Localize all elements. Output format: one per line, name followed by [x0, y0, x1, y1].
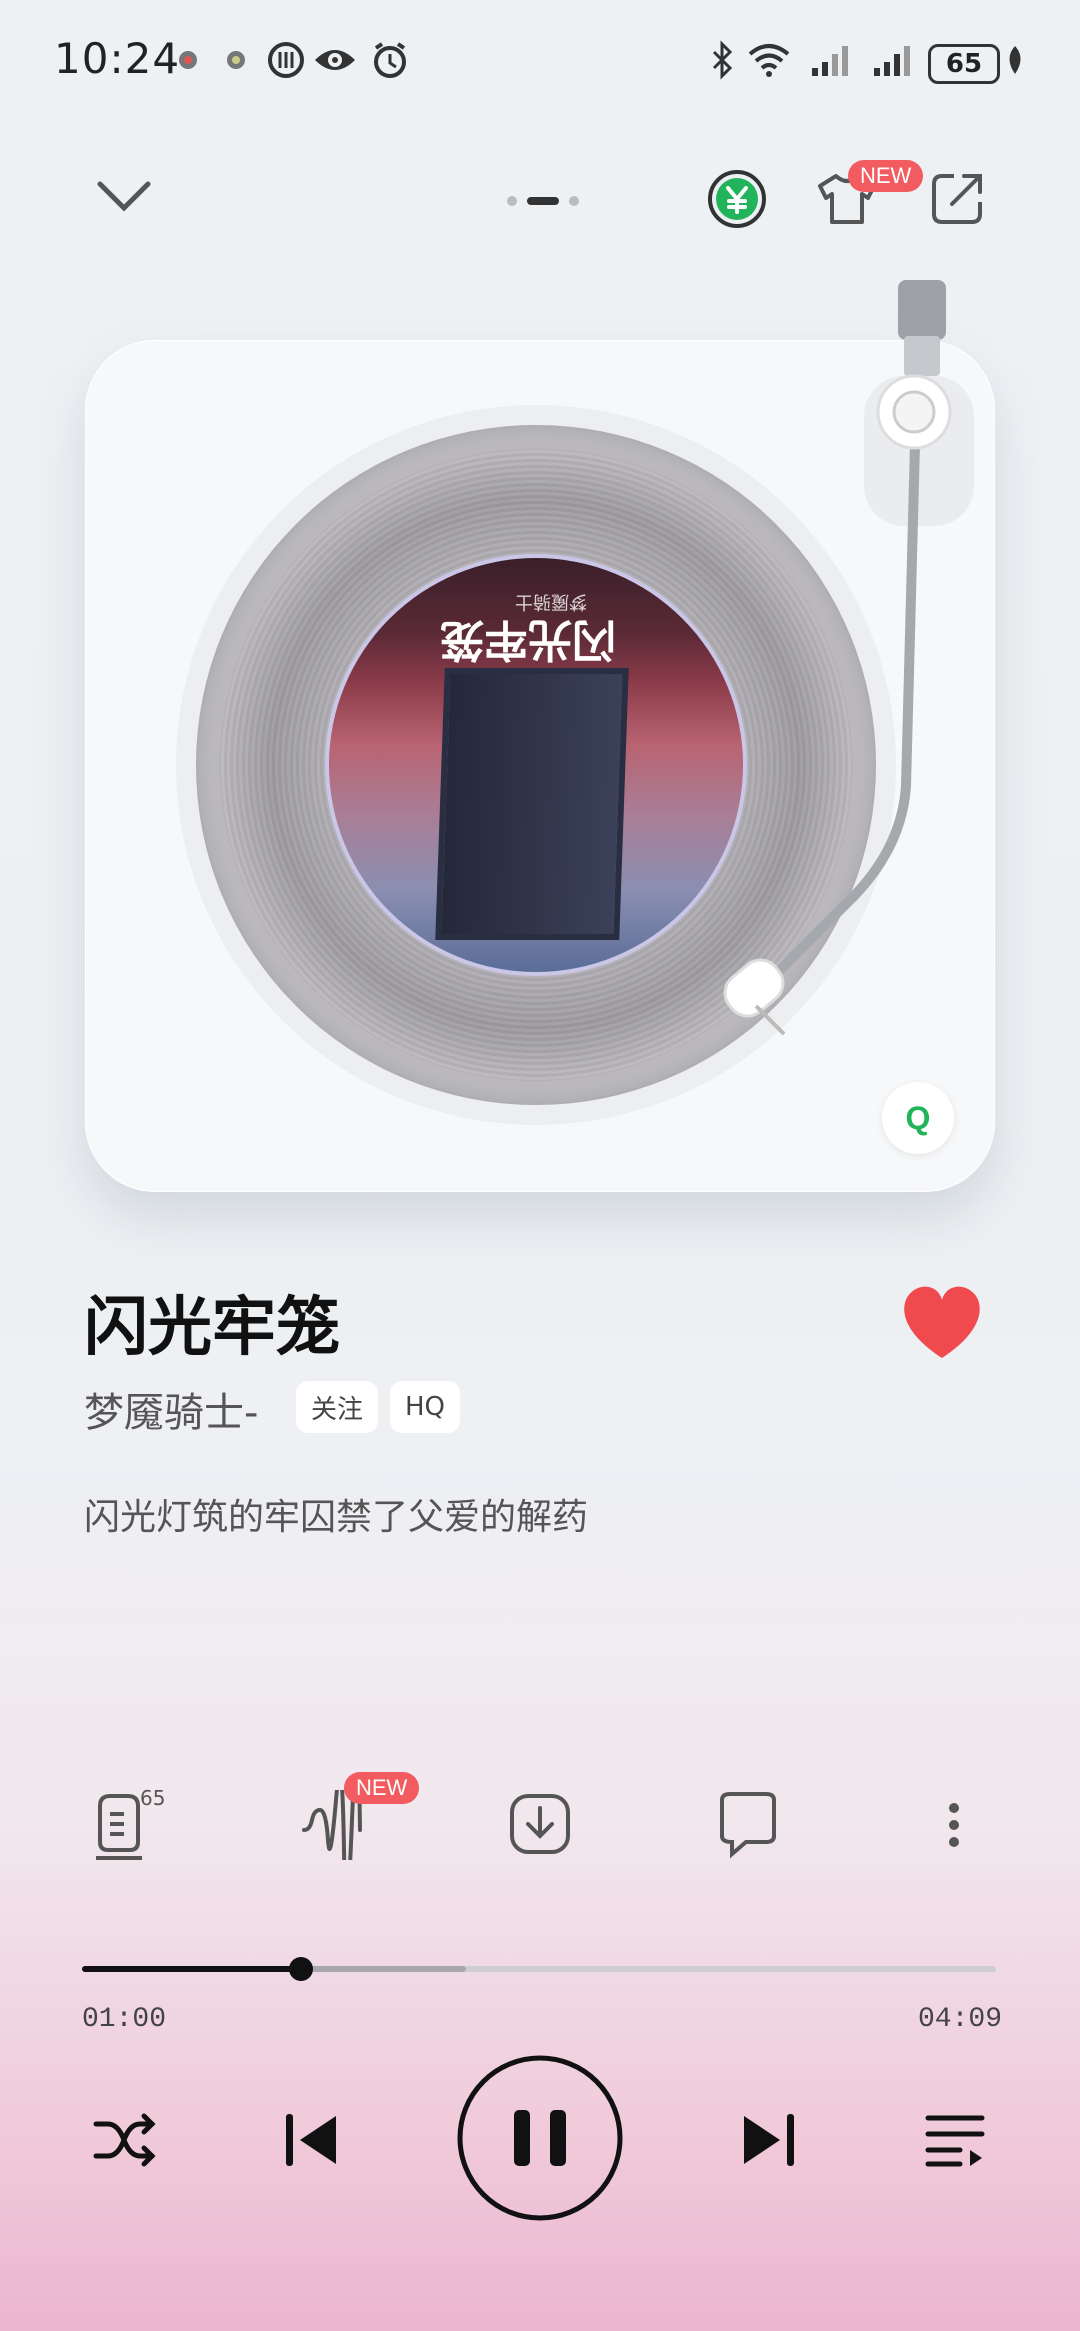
current-time: 01:00	[82, 2004, 167, 2035]
leaf-icon	[1009, 46, 1021, 74]
song-title: 闪光牢笼	[84, 1291, 340, 1365]
app-notification-icon	[179, 51, 197, 69]
album-label-title: 闪光牢笼	[440, 614, 616, 665]
pause-button[interactable]	[456, 2054, 624, 2222]
tonearm[interactable]	[684, 266, 994, 1066]
wifi-icon	[748, 44, 790, 77]
signal-icon	[812, 46, 848, 76]
playlist-icon[interactable]	[924, 2112, 986, 2168]
artist-name[interactable]: 梦魇骑士-	[84, 1380, 258, 1438]
alarm-icon	[374, 42, 406, 78]
status-time: 10:24	[54, 34, 181, 83]
follow-button[interactable]: 关注	[296, 1381, 378, 1433]
heart-icon[interactable]	[898, 1282, 986, 1362]
share-icon[interactable]	[928, 170, 986, 228]
battery-indicator: 65	[928, 44, 1000, 84]
next-icon[interactable]	[738, 2110, 798, 2170]
total-time: 04:09	[918, 2004, 1003, 2035]
app-notification-icon	[227, 51, 245, 69]
previous-icon[interactable]	[282, 2110, 342, 2170]
data-saver-icon	[268, 42, 304, 78]
quality-badge[interactable]: HQ	[390, 1381, 460, 1433]
chevron-down-icon[interactable]	[94, 176, 154, 216]
album-door-art	[435, 668, 629, 940]
page-indicator[interactable]	[505, 194, 581, 208]
eye-icon	[315, 50, 355, 70]
download-icon[interactable]	[508, 1790, 572, 1860]
more-icon[interactable]	[942, 1790, 966, 1860]
new-badge: NEW	[848, 160, 924, 192]
effect-new-badge: NEW	[344, 1772, 420, 1804]
comment-count: 65	[140, 1786, 166, 1810]
shuffle-icon[interactable]	[92, 2112, 158, 2168]
signal-icon	[874, 46, 910, 76]
bluetooth-icon	[712, 40, 733, 80]
comment-icon[interactable]	[716, 1790, 780, 1860]
yen-icon[interactable]	[706, 168, 768, 230]
q-audio-button[interactable]: Q	[882, 1082, 954, 1154]
progress-thumb[interactable]	[289, 1957, 314, 1981]
current-lyric[interactable]: 闪光灯筑的牢囚禁了父爱的解药	[84, 1488, 588, 1540]
album-label-artist: 梦魇骑士	[515, 591, 587, 612]
progress-played	[82, 1966, 302, 1972]
